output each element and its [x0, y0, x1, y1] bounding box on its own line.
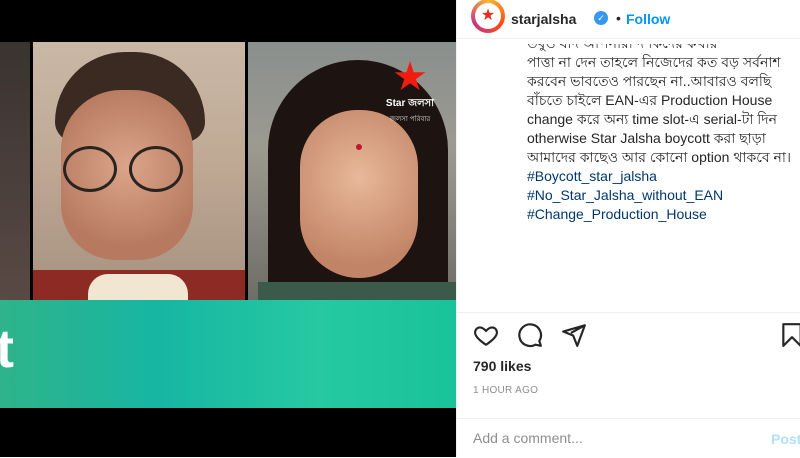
comment-input[interactable]: [473, 430, 733, 446]
caption-body: পাত্তা না দেন তাহলে নিজেদের কত বড় সর্বন…: [527, 54, 791, 165]
hashtag-boycott-star-jalsha[interactable]: #Boycott_star_jalsha: [527, 167, 797, 186]
star-jalsha-logo: ★ Star জলসা জলসা পরিবার: [385, 55, 435, 125]
bindi: [356, 144, 362, 150]
post-media[interactable]: ★ Star জলসা জলসা পরিবার t: [0, 0, 456, 457]
bookmark-icon[interactable]: [779, 322, 800, 348]
image-panel-man: [33, 42, 245, 308]
glasses-right-lens: [129, 146, 183, 192]
avatar-inner: ★: [475, 3, 501, 29]
avatar[interactable]: ★: [471, 0, 505, 33]
follow-button[interactable]: Follow: [626, 11, 670, 27]
logo-text: Star জলসা: [385, 98, 435, 109]
post-header: ★ starjalsha ✓ • Follow: [457, 0, 800, 39]
image-panel-left: [0, 42, 30, 308]
action-bar: [457, 312, 800, 353]
teal-banner: t: [0, 300, 456, 408]
hashtag-no-star-jalsha-without-ean[interactable]: #No_Star_Jalsha_without_EAN: [527, 186, 797, 205]
banner-text: t: [0, 319, 14, 379]
heart-icon[interactable]: [473, 322, 499, 348]
hashtag-change-production-house[interactable]: #Change_Production_House: [527, 205, 797, 224]
glasses-left-lens: [63, 146, 117, 192]
username[interactable]: starjalsha: [511, 11, 576, 27]
share-icon[interactable]: [561, 322, 587, 348]
likes-count[interactable]: 790 likes: [473, 358, 531, 374]
star-avatar-icon: ★: [480, 7, 496, 24]
comment-bar: Post: [457, 418, 800, 458]
post-caption: তবুও যদি আপনারা দর্শকদের কথার পাত্তা না …: [527, 44, 797, 292]
verified-badge-icon: ✓: [594, 11, 608, 25]
caption-top-line: তবুও যদি আপনারা দর্শকদের কথার: [527, 44, 797, 53]
woman-face: [300, 110, 418, 278]
post-sidebar: ★ starjalsha ✓ • Follow তবুও যদি আপনারা …: [456, 0, 800, 457]
post-comment-button[interactable]: Post: [771, 431, 800, 447]
star-logo-icon: ★: [392, 55, 428, 99]
comment-icon[interactable]: [517, 322, 543, 348]
logo-subtext: জলসা পরিবার: [389, 116, 431, 123]
separator-dot: •: [616, 10, 621, 26]
post-timestamp[interactable]: 1 HOUR AGO: [473, 385, 538, 396]
